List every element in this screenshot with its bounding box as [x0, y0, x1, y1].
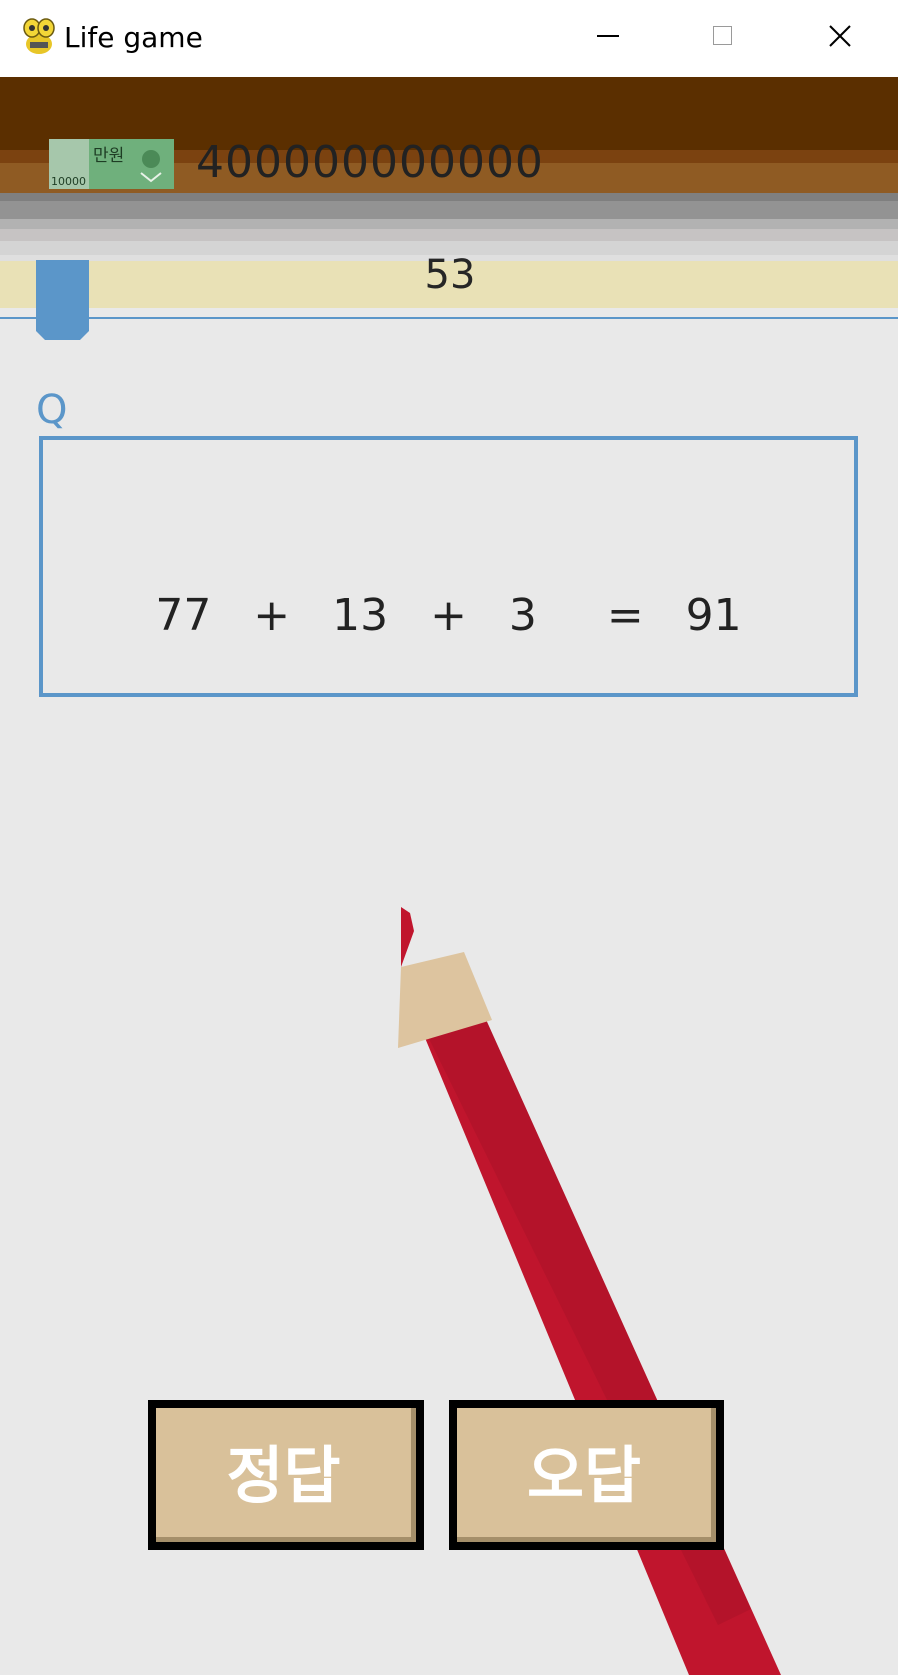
close-icon	[829, 25, 851, 47]
wrong-button-face: 오답	[457, 1408, 716, 1542]
wrong-answer-button[interactable]: 오답	[449, 1400, 724, 1550]
correct-answer-button[interactable]: 정답	[148, 1400, 424, 1550]
title-bar[interactable]: Life game	[0, 0, 901, 77]
game-window: Life game 만원 10000 400000000000 53 Q 77 …	[0, 0, 901, 1675]
correct-button-face: 정답	[156, 1408, 416, 1542]
minimize-icon	[597, 35, 619, 37]
game-canvas: 만원 10000 400000000000 53 Q 77 + 13 + 3 =…	[0, 77, 898, 1675]
wrong-button-label: 오답	[526, 1439, 642, 1512]
pygame-snake-icon	[23, 18, 55, 54]
window-title: Life game	[64, 21, 203, 54]
close-button[interactable]	[784, 0, 894, 72]
correct-button-label: 정답	[226, 1439, 341, 1512]
maximize-icon	[713, 26, 732, 45]
